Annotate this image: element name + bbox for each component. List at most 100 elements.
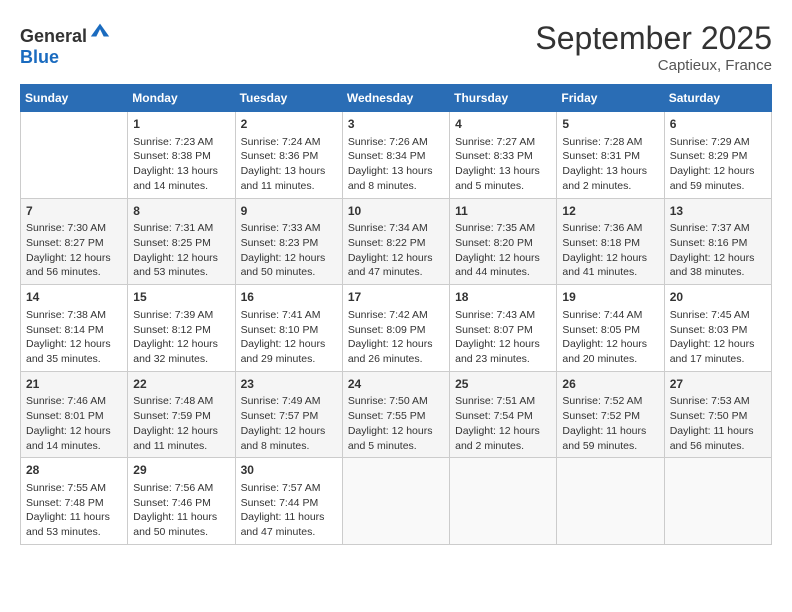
calendar-cell: 3 Sunrise: 7:26 AMSunset: 8:34 PMDaylight… <box>342 112 449 199</box>
day-info: Sunrise: 7:28 AM <box>562 135 658 150</box>
day-info: Daylight: 12 hours and 8 minutes. <box>241 424 337 453</box>
calendar-cell: 23Sunrise: 7:49 AMSunset: 7:57 PMDayligh… <box>235 371 342 458</box>
day-info: Sunset: 8:36 PM <box>241 149 337 164</box>
header-sunday: Sunday <box>21 85 128 112</box>
day-info: Sunset: 8:16 PM <box>670 236 766 251</box>
calendar-header-row: SundayMondayTuesdayWednesdayThursdayFrid… <box>21 85 772 112</box>
calendar-cell <box>664 458 771 545</box>
day-info: Sunrise: 7:50 AM <box>348 394 444 409</box>
calendar-week-1: 1Sunrise: 7:23 AMSunset: 8:38 PMDaylight… <box>21 112 772 199</box>
day-info: Sunset: 8:20 PM <box>455 236 551 251</box>
day-info: Sunset: 8:14 PM <box>26 323 122 338</box>
day-info: Sunrise: 7:26 AM <box>348 135 444 150</box>
day-info: Daylight: 11 hours and 56 minutes. <box>670 424 766 453</box>
calendar-cell: 4Sunrise: 7:27 AMSunset: 8:33 PMDaylight… <box>450 112 557 199</box>
day-info: Sunset: 8:03 PM <box>670 323 766 338</box>
calendar-cell: 8Sunrise: 7:31 AMSunset: 8:25 PMDaylight… <box>128 198 235 285</box>
logo-blue: Blue <box>20 47 59 67</box>
day-number: 26 <box>562 376 658 393</box>
day-info: Sunrise: 7:46 AM <box>26 394 122 409</box>
day-info: Sunset: 8:27 PM <box>26 236 122 251</box>
day-info: Daylight: 12 hours and 53 minutes. <box>133 251 229 280</box>
day-info: Daylight: 13 hours and 8 minutes. <box>348 164 444 193</box>
calendar-cell: 11Sunrise: 7:35 AMSunset: 8:20 PMDayligh… <box>450 198 557 285</box>
logo-icon <box>89 20 111 42</box>
day-info: Daylight: 13 hours and 2 minutes. <box>562 164 658 193</box>
calendar-cell: 14Sunrise: 7:38 AMSunset: 8:14 PMDayligh… <box>21 285 128 372</box>
day-number: 14 <box>26 289 122 306</box>
calendar-cell: 28 Sunrise: 7:55 AMSunset: 7:48 PMDayligh… <box>21 458 128 545</box>
day-info: Sunrise: 7:34 AM <box>348 221 444 236</box>
day-info: Sunrise: 7:48 AM <box>133 394 229 409</box>
day-number: 15 <box>133 289 229 306</box>
calendar-cell: 20Sunrise: 7:45 AMSunset: 8:03 PMDayligh… <box>664 285 771 372</box>
day-number: 8 <box>133 203 229 220</box>
day-number: 23 <box>241 376 337 393</box>
day-number: 3 <box>348 116 444 133</box>
calendar-cell: 21Sunrise: 7:46 AMSunset: 8:01 PMDayligh… <box>21 371 128 458</box>
title-block: September 2025 Captieux, France <box>535 20 772 74</box>
day-info: Sunset: 8:01 PM <box>26 409 122 424</box>
page-header: General Blue September 2025 Captieux, Fr… <box>20 20 772 74</box>
month-title: September 2025 <box>535 20 772 57</box>
day-info: Daylight: 12 hours and 35 minutes. <box>26 337 122 366</box>
day-info: Sunset: 8:31 PM <box>562 149 658 164</box>
calendar-cell: 13Sunrise: 7:37 AMSunset: 8:16 PMDayligh… <box>664 198 771 285</box>
logo-text: General Blue <box>20 20 111 68</box>
header-thursday: Thursday <box>450 85 557 112</box>
calendar-cell <box>21 112 128 199</box>
day-info: Daylight: 12 hours and 23 minutes. <box>455 337 551 366</box>
calendar-cell: 18Sunrise: 7:43 AMSunset: 8:07 PMDayligh… <box>450 285 557 372</box>
day-info: Sunrise: 7:27 AM <box>455 135 551 150</box>
day-info: Daylight: 11 hours and 53 minutes. <box>26 510 122 539</box>
day-info: Sunset: 8:25 PM <box>133 236 229 251</box>
day-number: 16 <box>241 289 337 306</box>
day-number: 17 <box>348 289 444 306</box>
day-info: Sunset: 8:34 PM <box>348 149 444 164</box>
day-info: Sunset: 8:18 PM <box>562 236 658 251</box>
calendar-cell: 9Sunrise: 7:33 AMSunset: 8:23 PMDaylight… <box>235 198 342 285</box>
day-info: Daylight: 12 hours and 26 minutes. <box>348 337 444 366</box>
calendar-cell <box>557 458 664 545</box>
header-tuesday: Tuesday <box>235 85 342 112</box>
day-number: 10 <box>348 203 444 220</box>
day-info: Daylight: 12 hours and 11 minutes. <box>133 424 229 453</box>
calendar-cell: 27Sunrise: 7:53 AMSunset: 7:50 PMDayligh… <box>664 371 771 458</box>
day-info: Daylight: 12 hours and 14 minutes. <box>26 424 122 453</box>
calendar-cell: 10Sunrise: 7:34 AMSunset: 8:22 PMDayligh… <box>342 198 449 285</box>
header-friday: Friday <box>557 85 664 112</box>
day-info: Sunset: 8:09 PM <box>348 323 444 338</box>
day-info: Sunrise: 7:33 AM <box>241 221 337 236</box>
calendar-week-2: 7Sunrise: 7:30 AMSunset: 8:27 PMDaylight… <box>21 198 772 285</box>
day-info: Sunrise: 7:31 AM <box>133 221 229 236</box>
day-info: Daylight: 11 hours and 50 minutes. <box>133 510 229 539</box>
day-info: Sunset: 8:05 PM <box>562 323 658 338</box>
day-info: Sunset: 8:22 PM <box>348 236 444 251</box>
logo-general: General <box>20 26 87 46</box>
calendar-cell: 6Sunrise: 7:29 AMSunset: 8:29 PMDaylight… <box>664 112 771 199</box>
day-info: Sunrise: 7:35 AM <box>455 221 551 236</box>
day-info: Sunrise: 7:41 AM <box>241 308 337 323</box>
day-info: Sunset: 7:52 PM <box>562 409 658 424</box>
day-number: 18 <box>455 289 551 306</box>
header-monday: Monday <box>128 85 235 112</box>
day-info: Sunrise: 7:53 AM <box>670 394 766 409</box>
day-info: Sunset: 8:38 PM <box>133 149 229 164</box>
day-info: Sunrise: 7:55 AM <box>26 481 122 496</box>
day-info: Sunset: 8:10 PM <box>241 323 337 338</box>
calendar-cell: 25Sunrise: 7:51 AMSunset: 7:54 PMDayligh… <box>450 371 557 458</box>
day-info: Sunset: 7:55 PM <box>348 409 444 424</box>
day-number: 30 <box>241 462 337 479</box>
day-number: 28 <box>26 462 122 479</box>
day-info: Sunrise: 7:52 AM <box>562 394 658 409</box>
calendar-week-5: 28Sunrise: 7:55 AMSunset: 7:48 PMDayligh… <box>21 458 772 545</box>
day-info: Sunset: 7:48 PM <box>26 496 122 511</box>
day-number: 29 <box>133 462 229 479</box>
day-info: Daylight: 12 hours and 38 minutes. <box>670 251 766 280</box>
day-info: Sunset: 7:44 PM <box>241 496 337 511</box>
day-info: Daylight: 12 hours and 59 minutes. <box>670 164 766 193</box>
calendar-table: SundayMondayTuesdayWednesdayThursdayFrid… <box>20 84 772 545</box>
calendar-cell: 30Sunrise: 7:57 AMSunset: 7:44 PMDayligh… <box>235 458 342 545</box>
calendar-cell <box>342 458 449 545</box>
day-info: Daylight: 12 hours and 32 minutes. <box>133 337 229 366</box>
